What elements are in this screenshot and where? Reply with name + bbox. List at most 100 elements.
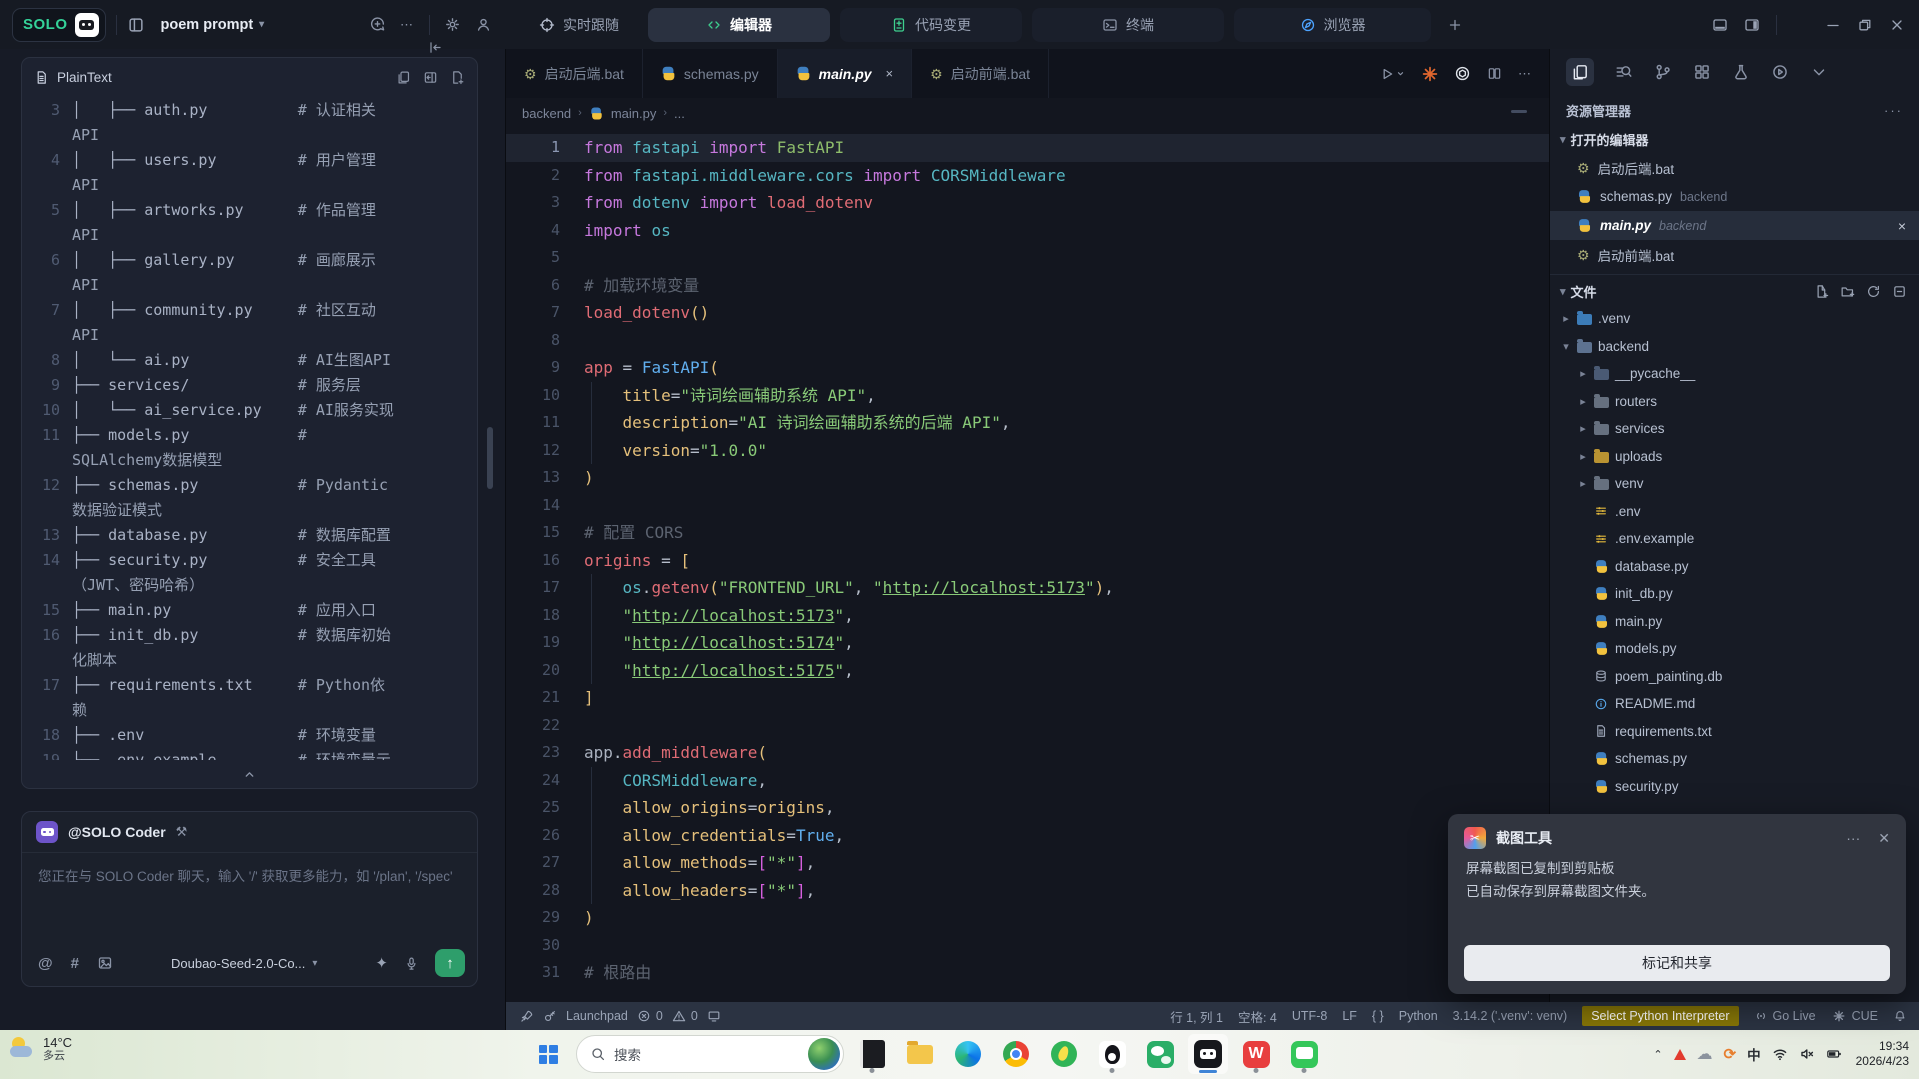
- toggle-bottom-panel-icon[interactable]: [1712, 17, 1728, 33]
- file-tree-item-schemas.py[interactable]: schemas.py: [1550, 745, 1919, 773]
- file-tree-item-models.py[interactable]: models.py: [1550, 635, 1919, 663]
- taskbar-app-explorer[interactable]: [900, 1034, 940, 1074]
- battery-icon[interactable]: [1826, 1046, 1842, 1062]
- extensions-icon[interactable]: [1693, 63, 1711, 81]
- insert-panel-icon[interactable]: [423, 70, 438, 85]
- code-editor[interactable]: 1 from fastapi import FastAPI 2 from fastap…: [506, 128, 1549, 987]
- taskbar-weather[interactable]: 14°C 多云: [10, 1035, 72, 1063]
- code-line[interactable]: 4 import os: [506, 217, 1549, 245]
- taskbar-search[interactable]: 搜索: [576, 1035, 844, 1073]
- project-selector[interactable]: poem prompt ▾: [155, 16, 271, 34]
- new-folder-icon[interactable]: [1840, 284, 1855, 299]
- search-icon[interactable]: [1615, 63, 1633, 81]
- code-line[interactable]: 10 title="诗词绘画辅助系统 API",: [506, 381, 1549, 410]
- code-line[interactable]: 3 from dotenv import load_dotenv: [506, 189, 1549, 217]
- bell-icon[interactable]: [1893, 1009, 1907, 1023]
- taskbar-app-notes[interactable]: [852, 1034, 892, 1074]
- warning-count[interactable]: 0: [672, 1009, 698, 1023]
- tray-app-icon[interactable]: [1673, 1048, 1686, 1060]
- code-line[interactable]: 1 from fastapi import FastAPI: [506, 134, 1549, 162]
- gear-icon[interactable]: [444, 16, 461, 33]
- model-selector[interactable]: Doubao-Seed-2.0-Co... ▾: [171, 956, 317, 971]
- mic-icon[interactable]: [404, 956, 419, 971]
- taskbar-app-wechat[interactable]: [1140, 1034, 1180, 1074]
- close-icon[interactable]: [1889, 17, 1905, 33]
- test-flask-icon[interactable]: [1732, 63, 1750, 81]
- ai-spark-icon[interactable]: [1422, 66, 1438, 82]
- open-editor-item[interactable]: schemas.py backend: [1550, 182, 1919, 211]
- clock[interactable]: 19:34 2026/4/23: [1856, 1039, 1909, 1069]
- python-interpreter-button[interactable]: Select Python Interpreter: [1582, 1006, 1739, 1026]
- editor-tab-schemas.py[interactable]: schemas.py: [643, 49, 778, 98]
- status-item[interactable]: LF: [1342, 1009, 1357, 1023]
- file-tree-item-security.py[interactable]: security.py: [1550, 773, 1919, 801]
- taskbar-app-edge[interactable]: [948, 1034, 988, 1074]
- explorer-files-icon[interactable]: [1566, 58, 1594, 86]
- file-tree-item-database.py[interactable]: database.py: [1550, 553, 1919, 581]
- status-item[interactable]: Python: [1399, 1009, 1438, 1023]
- go-live-button[interactable]: Go Live: [1754, 1009, 1816, 1023]
- file-tree-item-services[interactable]: ▸ services: [1550, 415, 1919, 443]
- restore-icon[interactable]: [1857, 17, 1873, 33]
- toggle-right-panel-icon[interactable]: [1744, 17, 1760, 33]
- code-line[interactable]: 31 # 根路由: [506, 959, 1549, 987]
- collapse-block-button[interactable]: [22, 760, 477, 788]
- volume-muted-icon[interactable]: [1799, 1046, 1815, 1062]
- files-header[interactable]: ▾ 文件: [1550, 277, 1919, 305]
- code-line[interactable]: 20 "http://localhost:5175",: [506, 656, 1549, 685]
- code-line[interactable]: 22: [506, 712, 1549, 740]
- account-icon[interactable]: [475, 16, 492, 33]
- tray-expand-icon[interactable]: ⌃: [1653, 1048, 1662, 1061]
- input-method-indicator[interactable]: 中: [1747, 1044, 1761, 1064]
- explorer-more-icon[interactable]: ···: [1884, 103, 1903, 118]
- breadcrumb-dir[interactable]: backend: [522, 106, 571, 121]
- enhance-icon[interactable]: ✦: [375, 954, 388, 972]
- breadcrumb-file[interactable]: main.py: [611, 106, 657, 121]
- error-count[interactable]: 0: [637, 1009, 663, 1023]
- taskbar-app-chrome[interactable]: [996, 1034, 1036, 1074]
- more-views-icon[interactable]: [1810, 63, 1828, 81]
- image-attach-icon[interactable]: [97, 955, 113, 971]
- code-line[interactable]: 29): [506, 904, 1549, 932]
- workspace-tab-浏览器[interactable]: 浏览器: [1234, 7, 1431, 42]
- file-tree-item-venv[interactable]: ▸ venv: [1550, 470, 1919, 498]
- breadcrumb-symbol[interactable]: ...: [674, 106, 685, 121]
- workspace-tab-代码变更[interactable]: 代码变更: [840, 7, 1022, 42]
- taskbar-app-music[interactable]: [1044, 1034, 1084, 1074]
- code-line[interactable]: 2 from fastapi.middleware.cors import COR…: [506, 162, 1549, 190]
- taskbar-app-qq[interactable]: [1092, 1034, 1132, 1074]
- code-line[interactable]: 6 # 加载环境变量: [506, 272, 1549, 300]
- close-icon[interactable]: ×: [1898, 218, 1906, 234]
- mark-and-share-button[interactable]: 标记和共享: [1464, 945, 1890, 981]
- scrollbar-thumb[interactable]: [487, 427, 493, 489]
- copy-icon[interactable]: [396, 70, 411, 85]
- editor-tab-main.py[interactable]: main.py ×: [777, 49, 913, 98]
- taskbar-app-chat[interactable]: [1284, 1034, 1324, 1074]
- code-line[interactable]: 18 "http://localhost:5173",: [506, 601, 1549, 630]
- solo-logo[interactable]: SOLO: [12, 7, 106, 42]
- code-line[interactable]: 24 CORSMiddleware,: [506, 766, 1549, 795]
- file-tree-item-main.py[interactable]: main.py: [1550, 608, 1919, 636]
- new-chat-icon[interactable]: [369, 16, 386, 33]
- taskbar-app-solo[interactable]: [1188, 1034, 1228, 1074]
- workspace-tab-编辑器[interactable]: 编辑器: [648, 7, 830, 42]
- chat-placeholder[interactable]: 您正在与 SOLO Coder 聊天，输入 '/' 获取更多能力，如 '/pla…: [22, 853, 478, 888]
- code-line[interactable]: 21]: [506, 684, 1549, 712]
- status-item[interactable]: 行 1, 列 1: [1170, 1007, 1223, 1026]
- new-file-icon[interactable]: [1814, 284, 1829, 299]
- taskbar-app-wps[interactable]: W: [1236, 1034, 1276, 1074]
- new-tab-icon[interactable]: [1447, 17, 1463, 33]
- cloud-icon[interactable]: ☁: [1697, 1044, 1713, 1064]
- file-tree-item-__pycache__[interactable]: ▸ __pycache__: [1550, 360, 1919, 388]
- file-tree-item-.env.example[interactable]: .env.example: [1550, 525, 1919, 553]
- code-line[interactable]: 30: [506, 932, 1549, 960]
- code-line[interactable]: 7 load_dotenv(): [506, 299, 1549, 327]
- file-tree-item-.env[interactable]: .env: [1550, 498, 1919, 526]
- open-editors-header[interactable]: ▾ 打开的编辑器: [1550, 125, 1919, 153]
- more-icon[interactable]: ⋯: [400, 17, 415, 33]
- file-tree-item-routers[interactable]: ▸ routers: [1550, 388, 1919, 416]
- code-line[interactable]: 8: [506, 327, 1549, 355]
- file-tree-item-uploads[interactable]: ▸ uploads: [1550, 443, 1919, 471]
- wifi-icon[interactable]: [1772, 1046, 1788, 1062]
- start-button[interactable]: [528, 1034, 568, 1074]
